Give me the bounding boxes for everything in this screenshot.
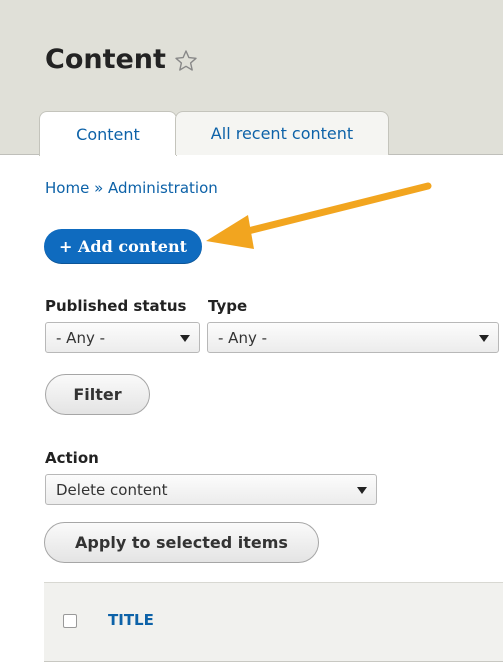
published-status-select[interactable]: - Any - xyxy=(45,322,200,353)
breadcrumb[interactable]: Home » Administration xyxy=(45,179,218,197)
apply-button-label: Apply to selected items xyxy=(75,533,288,552)
star-outline-icon[interactable] xyxy=(174,49,198,73)
published-status-label: Published status xyxy=(45,297,187,315)
tab-label: Content xyxy=(76,124,140,144)
action-select[interactable]: Delete content xyxy=(45,474,377,505)
chevron-down-icon xyxy=(479,335,489,342)
chevron-down-icon xyxy=(357,487,367,494)
filter-button[interactable]: Filter xyxy=(45,374,150,415)
tab-content[interactable]: Content xyxy=(39,111,177,156)
apply-to-selected-button[interactable]: Apply to selected items xyxy=(44,522,319,563)
tab-all-recent-content[interactable]: All recent content xyxy=(175,111,389,155)
arrow-annotation-icon xyxy=(206,182,432,249)
type-label: Type xyxy=(208,297,248,315)
action-value: Delete content xyxy=(56,480,168,499)
action-label: Action xyxy=(45,449,99,467)
tab-label: All recent content xyxy=(210,124,354,143)
add-content-label: + Add content xyxy=(59,237,187,256)
page-title: Content xyxy=(45,44,166,75)
column-header-title[interactable]: TITLE xyxy=(108,611,154,629)
type-select[interactable]: - Any - xyxy=(207,322,499,353)
published-status-value: - Any - xyxy=(56,328,106,347)
chevron-down-icon xyxy=(180,335,190,342)
select-all-checkbox[interactable] xyxy=(63,614,77,628)
type-value: - Any - xyxy=(218,328,268,347)
table-header: TITLE xyxy=(44,582,503,662)
page-header: Content Content All recent content xyxy=(0,0,503,156)
page-title-row: Content xyxy=(45,44,198,75)
add-content-button[interactable]: + Add content xyxy=(44,229,202,264)
filter-button-label: Filter xyxy=(73,385,122,404)
